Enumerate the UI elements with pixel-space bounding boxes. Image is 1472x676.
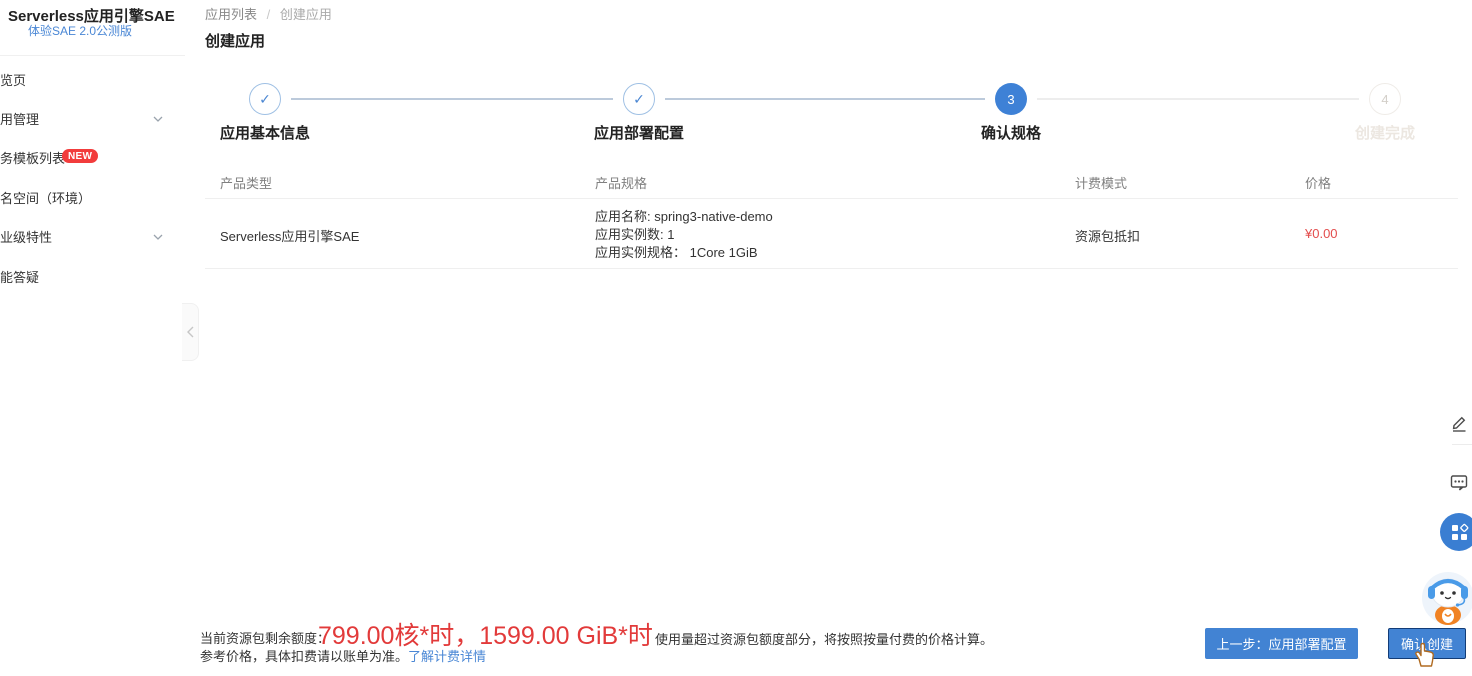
app-grid-fab[interactable] xyxy=(1440,513,1472,551)
cell-instance-count: 应用实例数: 1 xyxy=(595,227,675,242)
column-header-price: 价格 xyxy=(1305,176,1332,191)
sidebar-divider xyxy=(0,55,185,56)
step-2-label: 应用部署配置 xyxy=(593,125,684,142)
sidebar-item-namespaces[interactable]: 名空间（环境） xyxy=(0,188,91,207)
edit-pencil-icon[interactable] xyxy=(1449,413,1469,433)
step-3-circle: 3 xyxy=(995,83,1027,115)
ai-assistant-mascot[interactable] xyxy=(1419,566,1472,628)
breadcrumb-separator: / xyxy=(266,7,271,22)
cell-price: ¥0.00 xyxy=(1305,226,1338,241)
column-header-billing-mode: 计费模式 xyxy=(1075,176,1128,191)
app-grid-icon xyxy=(1451,523,1468,540)
breadcrumb-current: 创建应用 xyxy=(279,7,332,22)
chevron-down-icon[interactable] xyxy=(151,230,165,244)
billing-details-link[interactable]: 了解计费详情 xyxy=(408,649,486,664)
step-connector-2-3 xyxy=(665,98,985,100)
step-connector-1-2 xyxy=(291,98,613,100)
table-row-divider xyxy=(205,268,1458,269)
sidebar-collapse-handle[interactable] xyxy=(182,303,199,361)
cell-product-type: Serverless应用引擎SAE xyxy=(220,229,360,244)
step-1-circle: ✓ xyxy=(249,83,281,115)
sidebar-item-app-management[interactable]: 用管理 xyxy=(0,109,39,128)
breadcrumb: 应用列表 / 创建应用 xyxy=(205,4,332,23)
step-3-label: 确认规格 xyxy=(980,125,1041,142)
cell-billing-mode: 资源包抵扣 xyxy=(1075,229,1141,244)
ai-assistant-robot-icon xyxy=(1422,572,1472,625)
table-header-divider xyxy=(205,198,1458,199)
step-2-circle: ✓ xyxy=(623,83,655,115)
chevron-down-icon[interactable] xyxy=(151,112,165,126)
sidebar-item-overview[interactable]: 览页 xyxy=(0,70,26,89)
prev-step-button[interactable]: 上一步：应用部署配置 xyxy=(1205,628,1358,659)
column-header-product-type: 产品类型 xyxy=(220,176,273,191)
step-connector-3-4 xyxy=(1037,98,1359,100)
overage-note: 使用量超过资源包额度部分，将按照按量付费的价格计算。 xyxy=(655,632,994,647)
step-1-label: 应用基本信息 xyxy=(219,125,310,142)
column-header-product-spec: 产品规格 xyxy=(595,176,648,191)
step-4-circle: 4 xyxy=(1369,83,1401,115)
reference-note-text: 参考价格，具体扣费请以账单为准。 xyxy=(200,649,409,664)
rail-divider xyxy=(1452,444,1472,445)
cell-app-name: 应用名称: spring3-native-demo xyxy=(595,209,773,224)
new-badge: NEW xyxy=(62,149,99,163)
reference-note: 参考价格，具体扣费请以账单为准。了解计费详情 xyxy=(200,646,486,665)
step-4-label: 创建完成 xyxy=(1354,125,1415,142)
sae2-beta-link[interactable]: 体验SAE 2.0公测版 xyxy=(28,22,132,39)
sidebar-item-enterprise-features[interactable]: 业级特性 xyxy=(0,227,52,246)
breadcrumb-app-list[interactable]: 应用列表 xyxy=(205,7,257,22)
quota-label: 当前资源包剩余额度： xyxy=(200,631,331,646)
page-title: 创建应用 xyxy=(205,33,266,50)
sidebar-item-task-templates[interactable]: 务模板列表 xyxy=(0,148,65,167)
chevron-left-icon xyxy=(186,326,193,338)
confirm-create-button[interactable]: 确认创建 xyxy=(1388,628,1466,659)
sidebar-item-qa[interactable]: 能答疑 xyxy=(0,267,39,286)
cell-instance-spec: 应用实例规格： 1Core 1GiB xyxy=(595,245,758,260)
chat-bubble-icon[interactable] xyxy=(1449,472,1469,492)
